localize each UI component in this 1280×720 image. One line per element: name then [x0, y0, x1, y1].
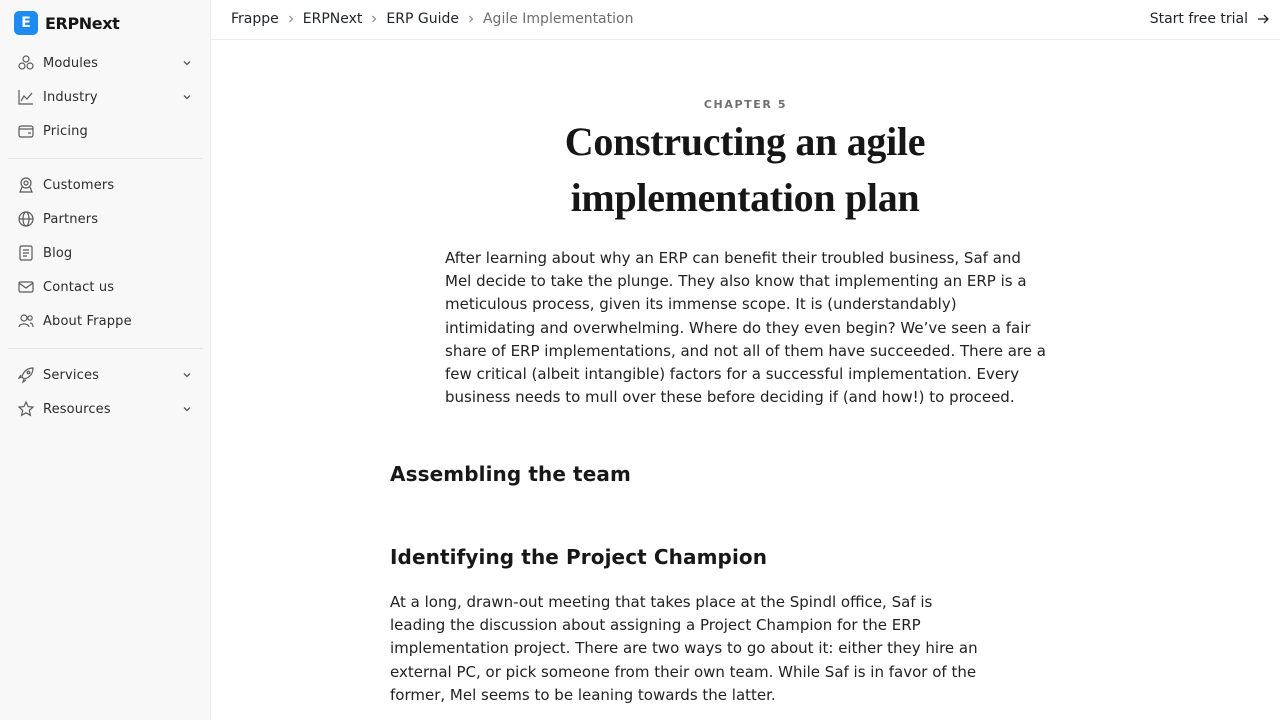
arrow-right-icon — [1258, 14, 1269, 24]
section-heading-project-champion: Identifying the Project Champion — [390, 545, 768, 569]
sidebar-item-contact-us[interactable]: Contact us — [8, 272, 203, 302]
intro-paragraph: After learning about why an ERP can bene… — [445, 249, 1046, 407]
chevron-down-icon — [183, 95, 191, 100]
wallet-icon — [17, 122, 35, 140]
globe-icon — [17, 210, 35, 228]
modules-icon — [17, 54, 35, 72]
award-icon — [17, 176, 35, 194]
sidebar-item-label: Pricing — [43, 123, 88, 139]
sidebar-item-label: Modules — [43, 55, 99, 71]
sidebar-item-about-frappe[interactable]: About Frappe — [8, 306, 203, 336]
sidebar-item-modules[interactable]: Modules — [8, 48, 203, 78]
breadcrumb-erp-guide[interactable]: ERP Guide — [386, 11, 459, 27]
sidebar-item-customers[interactable]: Customers — [8, 170, 203, 200]
chevron-down-icon — [183, 61, 191, 66]
body-paragraph: At a long, drawn-out meeting that takes … — [390, 593, 978, 704]
brand-name: ERPNext — [45, 13, 120, 33]
sidebar-item-label: Blog — [43, 245, 73, 261]
chevron-down-icon — [183, 407, 191, 412]
breadcrumb-frappe[interactable]: Frappe — [231, 11, 279, 27]
breadcrumb-erpnext[interactable]: ERPNext — [303, 11, 363, 27]
notebook-icon — [17, 244, 35, 262]
sidebar-item-services[interactable]: Services — [8, 360, 203, 390]
sidebar-item-pricing[interactable]: Pricing — [8, 116, 203, 146]
breadcrumb-agile-implementation: Agile Implementation — [482, 11, 634, 27]
sidebar-item-label: Partners — [43, 211, 99, 227]
erpnext-logo-icon: E — [14, 11, 38, 35]
rocket-icon — [17, 366, 35, 384]
top-bar: Frappe ERPNext ERP Guide Agile Implement… — [211, 0, 1280, 40]
breadcrumb: Frappe ERPNext ERP Guide Agile Implement… — [231, 0, 633, 38]
star-icon — [17, 400, 35, 418]
sidebar-item-label: Contact us — [43, 279, 115, 295]
sidebar-item-blog[interactable]: Blog — [8, 238, 203, 268]
sidebar-item-label: Services — [43, 367, 100, 383]
sidebar-item-resources[interactable]: Resources — [8, 394, 203, 424]
sidebar-divider — [8, 158, 203, 159]
sidebar-divider — [8, 348, 203, 349]
chapter-label: CHAPTER 5 — [703, 98, 788, 111]
section-heading-assembling-the-team: Assembling the team — [390, 462, 631, 486]
chevron-right-icon — [279, 14, 303, 24]
sidebar-item-partners[interactable]: Partners — [8, 204, 203, 234]
chevron-right-icon — [362, 14, 386, 24]
start-free-trial-link[interactable]: Start free trial — [1150, 0, 1270, 38]
sidebar-item-industry[interactable]: Industry — [8, 82, 203, 112]
industry-chart-icon — [17, 88, 35, 106]
users-icon — [17, 312, 35, 330]
sidebar-item-label: Customers — [43, 177, 115, 193]
sidebar-item-label: About Frappe — [43, 313, 132, 329]
brand-logo[interactable]: E ERPNext — [14, 11, 120, 35]
chevron-down-icon — [183, 373, 191, 378]
sidebar: E ERPNext Modules Industry Pricing Custo… — [0, 0, 211, 720]
start-free-trial-label: Start free trial — [1149, 11, 1248, 27]
page-title: Constructing an agile implementation pla… — [564, 119, 926, 220]
mail-icon — [17, 278, 35, 296]
sidebar-item-label: Industry — [43, 89, 98, 105]
chevron-right-icon — [459, 14, 483, 24]
sidebar-item-label: Resources — [43, 401, 111, 417]
